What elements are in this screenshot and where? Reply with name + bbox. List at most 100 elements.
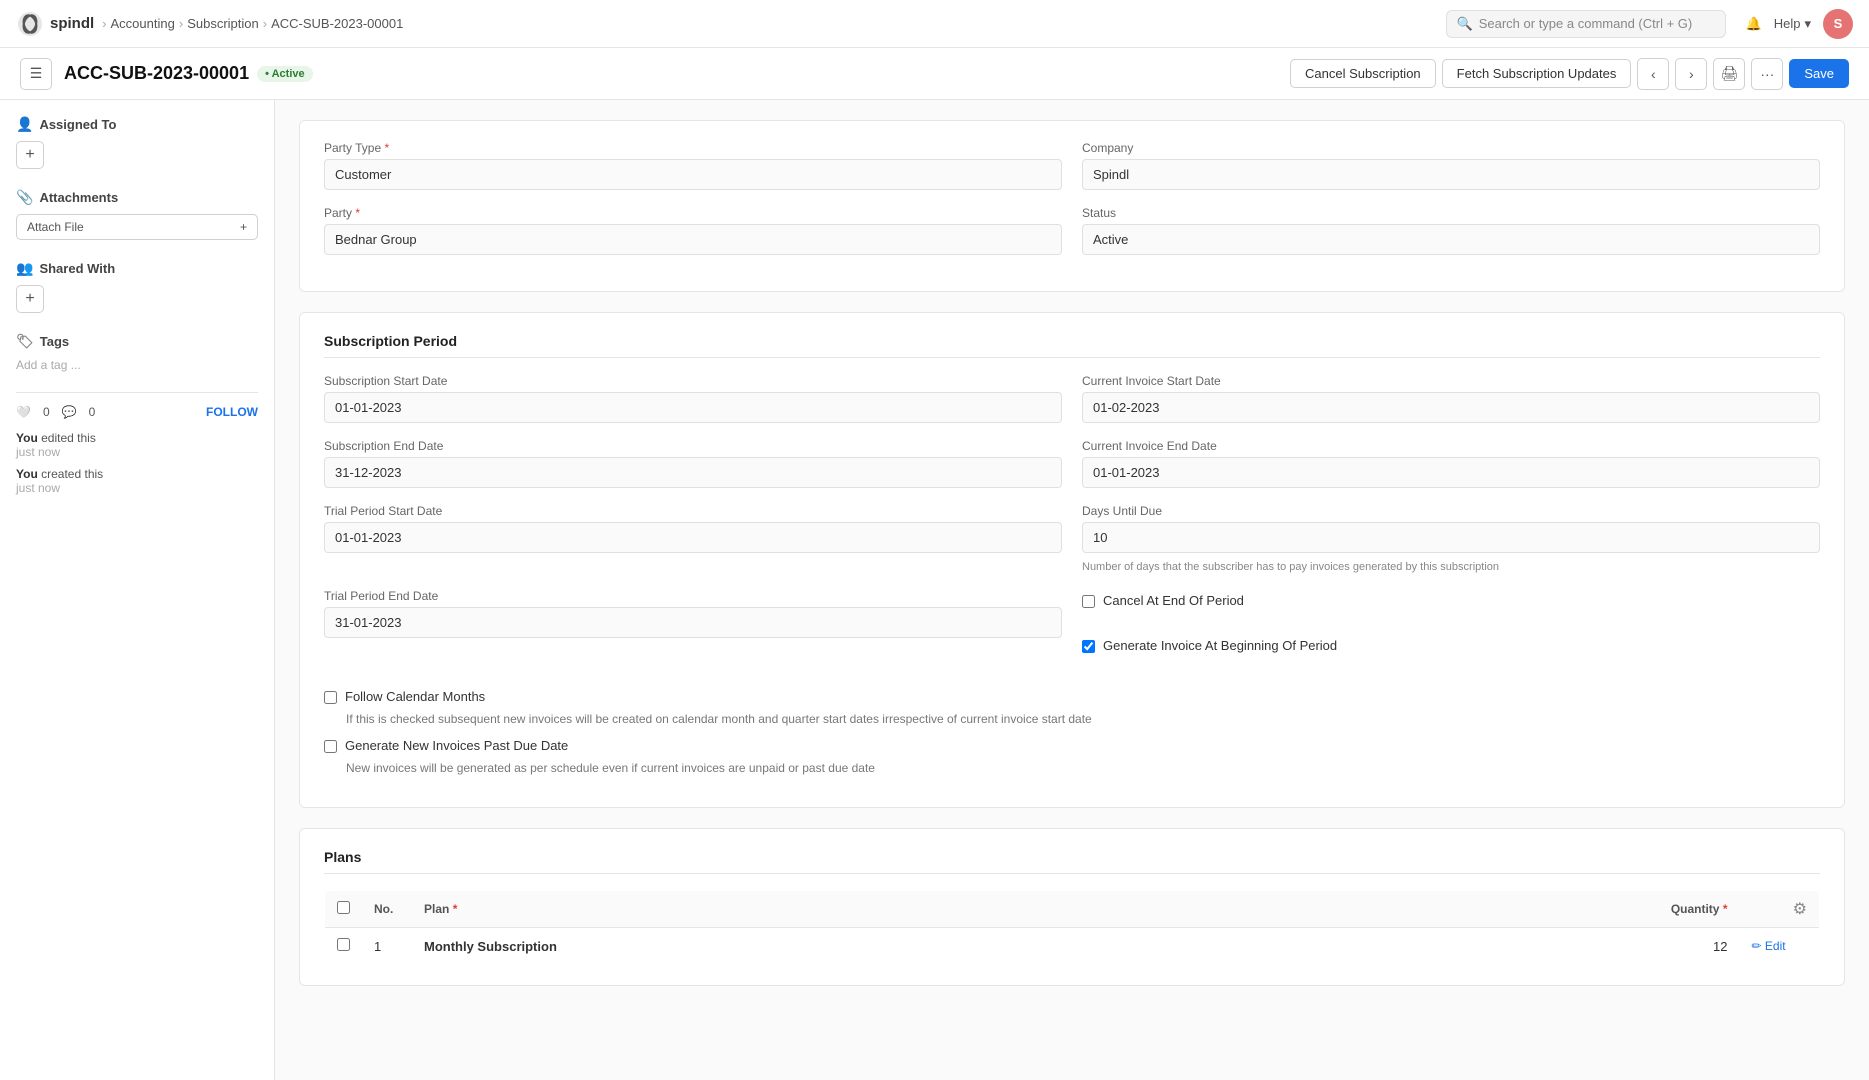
current-inv-start-label: Current Invoice Start Date <box>1082 374 1820 388</box>
plans-table-body: 1 Monthly Subscription 12 ✏ Edit <box>325 928 1820 965</box>
sub-start-date-group: Subscription Start Date <box>324 374 1062 423</box>
company-group: Company <box>1082 141 1820 190</box>
dates-row-1: Subscription Start Date Current Invoice … <box>324 374 1820 423</box>
sub-start-date-input[interactable] <box>324 392 1062 423</box>
generate-invoice-checkbox[interactable] <box>1082 640 1095 653</box>
current-inv-end-input[interactable] <box>1082 457 1820 488</box>
breadcrumb-subscription[interactable]: Subscription <box>187 16 259 31</box>
fetch-subscription-button[interactable]: Fetch Subscription Updates <box>1442 59 1632 88</box>
party-input[interactable] <box>324 224 1062 255</box>
trial-end-input[interactable] <box>324 607 1062 638</box>
row-checkbox-cell <box>325 928 363 965</box>
current-inv-start-input[interactable] <box>1082 392 1820 423</box>
status-input[interactable] <box>1082 224 1820 255</box>
sub-end-date-label: Subscription End Date <box>324 439 1062 453</box>
save-button[interactable]: Save <box>1789 59 1849 88</box>
days-until-due-description: Number of days that the subscriber has t… <box>1082 561 1820 573</box>
activity-item-1: You edited this just now <box>16 431 258 459</box>
attachment-icon: 📎 <box>16 189 33 206</box>
follow-calendar-checkbox[interactable] <box>324 691 337 704</box>
tags-title: 🏷 Tags <box>16 333 258 350</box>
doc-id-title: ACC-SUB-2023-00001 <box>64 63 249 84</box>
activity-item-2: You created this just now <box>16 467 258 495</box>
status-label: Status <box>1082 206 1820 220</box>
plans-table: No. Plan * Quantity * ⚙ <box>324 890 1820 965</box>
add-assigned-to-button[interactable]: + <box>16 141 44 169</box>
sub-start-date-label: Subscription Start Date <box>324 374 1062 388</box>
company-input[interactable] <box>1082 159 1820 190</box>
generate-new-invoices-label: Generate New Invoices Past Due Date <box>345 738 568 753</box>
col-check-header <box>325 891 363 928</box>
nav-logo[interactable]: spindl <box>16 10 94 38</box>
edit-plan-link[interactable]: ✏ Edit <box>1752 939 1808 953</box>
plans-section-title: Plans <box>324 849 1820 874</box>
days-until-due-input[interactable] <box>1082 522 1820 553</box>
party-type-company-row: Party Type * Company <box>324 141 1820 190</box>
row-select-checkbox[interactable] <box>337 938 350 951</box>
cancel-at-end-group: Cancel At End Of Period <box>1082 593 1820 616</box>
breadcrumb-accounting[interactable]: Accounting <box>111 16 175 31</box>
trial-start-group: Trial Period Start Date <box>324 504 1062 573</box>
cancel-subscription-button[interactable]: Cancel Subscription <box>1290 59 1436 88</box>
days-until-due-group: Days Until Due Number of days that the s… <box>1082 504 1820 573</box>
trial-start-input[interactable] <box>324 522 1062 553</box>
attachments-section: 📎 Attachments Attach File + <box>16 189 258 240</box>
plans-card: Plans No. Plan * Quantity <box>299 828 1845 986</box>
subscription-period-card: Subscription Period Subscription Start D… <box>299 312 1845 808</box>
trial-start-label: Trial Period Start Date <box>324 504 1062 518</box>
more-options-button[interactable]: ··· <box>1751 58 1783 90</box>
subscription-period-title: Subscription Period <box>324 333 1820 358</box>
help-button[interactable]: Help ▾ <box>1774 16 1811 32</box>
status-badge: • Active <box>257 66 313 82</box>
dates-row-3: Trial Period Start Date Days Until Due N… <box>324 504 1820 573</box>
print-button[interactable]: 🖨 <box>1713 58 1745 90</box>
comment-icon: 💬 <box>62 405 77 419</box>
party-status-card: Party Type * Company Party * <box>299 120 1845 292</box>
sub-end-date-input[interactable] <box>324 457 1062 488</box>
party-type-label: Party Type * <box>324 141 1062 155</box>
plus-icon: + <box>240 220 247 234</box>
col-plan-header: Plan * <box>412 891 1289 928</box>
select-all-plans-checkbox[interactable] <box>337 901 350 914</box>
activity-section: You edited this just now You created thi… <box>16 431 258 495</box>
generate-new-invoices-checkbox[interactable] <box>324 740 337 753</box>
next-record-button[interactable]: › <box>1675 58 1707 90</box>
nav-search-bar[interactable]: 🔍 Search or type a command (Ctrl + G) <box>1446 10 1726 38</box>
party-type-input[interactable] <box>324 159 1062 190</box>
attach-file-button[interactable]: Attach File + <box>16 214 258 240</box>
user-avatar[interactable]: S <box>1823 9 1853 39</box>
assigned-to-title: 👤 Assigned To <box>16 116 258 133</box>
cancel-at-end-checkbox[interactable] <box>1082 595 1095 608</box>
help-label: Help <box>1774 16 1801 31</box>
doc-title-area: ACC-SUB-2023-00001 • Active <box>64 63 313 84</box>
party-label: Party * <box>324 206 1062 220</box>
plans-table-header: No. Plan * Quantity * ⚙ <box>325 891 1820 928</box>
notification-bell[interactable]: 🔔 <box>1746 16 1762 32</box>
follow-calendar-label: Follow Calendar Months <box>345 689 485 704</box>
shared-with-title: 👥 Shared With <box>16 260 258 277</box>
add-tag-placeholder[interactable]: Add a tag ... <box>16 358 258 372</box>
prev-record-button[interactable]: ‹ <box>1637 58 1669 90</box>
sidebar: 👤 Assigned To + 📎 Attachments Attach Fil… <box>0 100 275 1080</box>
party-group: Party * <box>324 206 1062 255</box>
comments-count: 0 <box>89 405 96 419</box>
add-shared-with-button[interactable]: + <box>16 285 44 313</box>
col-actions-header: ⚙ <box>1740 891 1820 928</box>
heart-icon: 🤍 <box>16 405 31 419</box>
attachments-title: 📎 Attachments <box>16 189 258 206</box>
content-area: Party Type * Company Party * <box>275 100 1869 1080</box>
plans-settings-button[interactable]: ⚙ <box>1793 899 1807 919</box>
cancel-at-end-label: Cancel At End Of Period <box>1103 593 1244 608</box>
status-group: Status <box>1082 206 1820 255</box>
breadcrumb-doc-id[interactable]: ACC-SUB-2023-00001 <box>271 16 403 31</box>
party-type-group: Party Type * <box>324 141 1062 190</box>
row-edit-cell: ✏ Edit <box>1740 928 1820 965</box>
assigned-to-section: 👤 Assigned To + <box>16 116 258 169</box>
row-qty-cell: 12 <box>1289 928 1740 965</box>
hamburger-menu[interactable]: ☰ <box>20 58 52 90</box>
search-icon: 🔍 <box>1457 16 1473 32</box>
current-inv-start-group: Current Invoice Start Date <box>1082 374 1820 423</box>
sidebar-divider <box>16 392 258 393</box>
follow-button[interactable]: FOLLOW <box>206 405 258 419</box>
row-plan-cell: Monthly Subscription <box>412 928 1289 965</box>
